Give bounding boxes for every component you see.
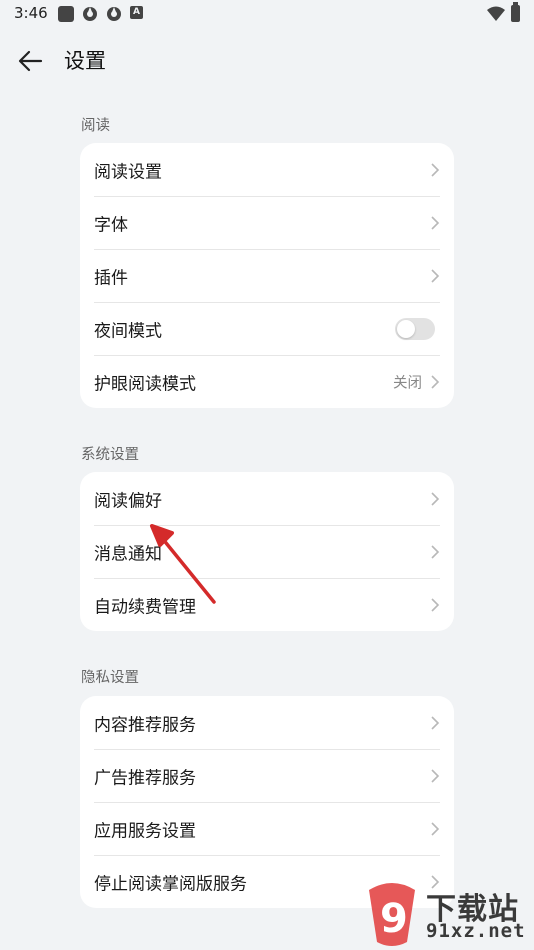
section-label-system: 系统设置 bbox=[81, 447, 139, 463]
watermark: 9 下载站 91xz.net bbox=[359, 880, 534, 950]
sync-notification-icon-2 bbox=[107, 7, 121, 21]
watermark-url: 91xz.net bbox=[426, 920, 526, 942]
section-label-reading: 阅读 bbox=[81, 118, 110, 134]
row-label: 阅读偏好 bbox=[94, 491, 162, 511]
status-notification-icons: A bbox=[58, 6, 143, 22]
chevron-right-icon bbox=[431, 821, 440, 836]
row-font[interactable]: 字体 bbox=[80, 196, 454, 249]
svg-text:9: 9 bbox=[380, 896, 408, 942]
chevron-right-icon bbox=[431, 374, 440, 389]
row-ad-recommendation[interactable]: 广告推荐服务 bbox=[80, 749, 454, 802]
page-title: 设置 bbox=[64, 49, 106, 73]
row-label: 内容推荐服务 bbox=[94, 715, 196, 735]
status-system-icons bbox=[487, 2, 520, 22]
row-label: 停止阅读掌阅版服务 bbox=[94, 874, 247, 894]
row-reading-preferences[interactable]: 阅读偏好 bbox=[80, 472, 454, 525]
row-notifications[interactable]: 消息通知 bbox=[80, 525, 454, 578]
chevron-right-icon bbox=[431, 268, 440, 283]
row-eye-care-mode[interactable]: 护眼阅读模式 关闭 bbox=[80, 355, 454, 408]
chevron-right-icon bbox=[431, 597, 440, 612]
row-label: 夜间模式 bbox=[94, 321, 162, 341]
row-night-mode: 夜间模式 bbox=[80, 302, 454, 355]
row-label: 阅读设置 bbox=[94, 162, 162, 182]
chevron-right-icon bbox=[431, 162, 440, 177]
status-time: 3:46 bbox=[14, 4, 48, 22]
chevron-right-icon bbox=[431, 215, 440, 230]
row-label: 插件 bbox=[94, 268, 128, 288]
back-button[interactable] bbox=[14, 44, 48, 78]
app-notification-icon bbox=[58, 6, 74, 22]
row-label: 字体 bbox=[94, 215, 128, 235]
row-value: 关闭 bbox=[393, 375, 422, 391]
battery-icon bbox=[511, 2, 520, 22]
chevron-right-icon bbox=[431, 491, 440, 506]
watermark-logo-icon: 9 bbox=[369, 883, 415, 946]
chevron-right-icon bbox=[431, 544, 440, 559]
row-plugins[interactable]: 插件 bbox=[80, 249, 454, 302]
row-app-service-settings[interactable]: 应用服务设置 bbox=[80, 802, 454, 855]
row-label: 广告推荐服务 bbox=[94, 768, 196, 788]
card-privacy: 内容推荐服务 广告推荐服务 应用服务设置 停止阅读掌阅版服务 bbox=[80, 696, 454, 908]
status-bar: 3:46 A bbox=[0, 0, 534, 28]
card-system: 阅读偏好 消息通知 自动续费管理 bbox=[80, 472, 454, 631]
row-auto-renewal[interactable]: 自动续费管理 bbox=[80, 578, 454, 631]
toggle-knob bbox=[397, 319, 415, 338]
a-notification-icon: A bbox=[130, 6, 143, 19]
sync-notification-icon bbox=[83, 7, 97, 21]
app-header: 设置 bbox=[0, 38, 534, 82]
row-label: 消息通知 bbox=[94, 544, 162, 564]
back-arrow-icon bbox=[18, 50, 43, 72]
night-mode-toggle[interactable] bbox=[395, 317, 435, 340]
row-label: 应用服务设置 bbox=[94, 821, 196, 841]
row-reading-settings[interactable]: 阅读设置 bbox=[80, 143, 454, 196]
chevron-right-icon bbox=[431, 768, 440, 783]
chevron-right-icon bbox=[431, 715, 440, 730]
wifi-icon bbox=[487, 6, 505, 21]
card-reading: 阅读设置 字体 插件 夜间模式 护眼阅读模式 关闭 bbox=[80, 143, 454, 408]
section-label-privacy: 隐私设置 bbox=[81, 670, 139, 686]
row-label: 护眼阅读模式 bbox=[94, 374, 196, 394]
row-label: 自动续费管理 bbox=[94, 597, 196, 617]
row-content-recommendation[interactable]: 内容推荐服务 bbox=[80, 696, 454, 749]
